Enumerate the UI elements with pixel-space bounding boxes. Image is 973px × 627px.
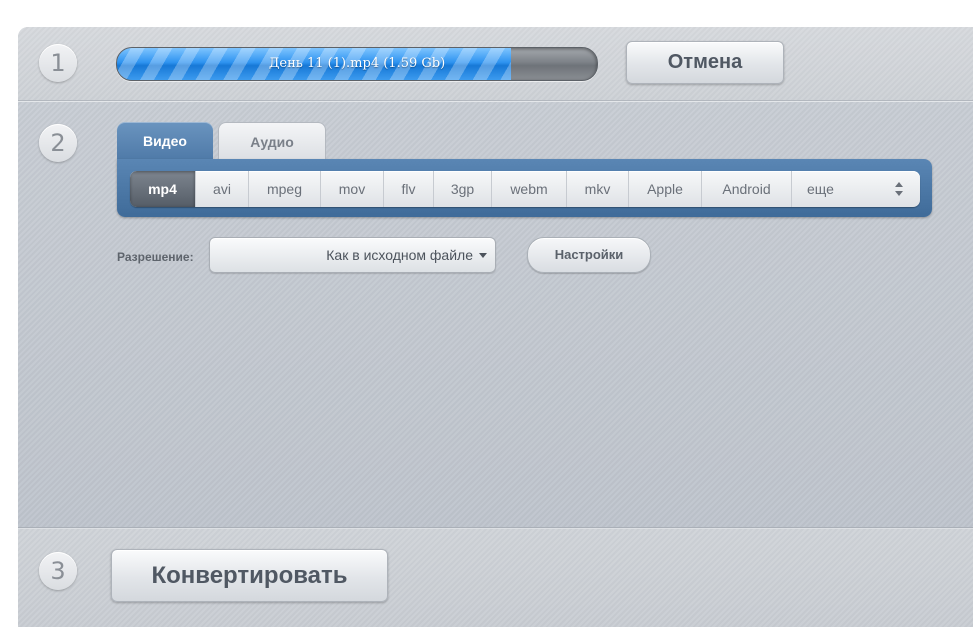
progress-filename: День 11 (1).mp4 (1.59 Gb) [268,56,446,71]
format-3gp[interactable]: 3gp [434,171,492,207]
format-flv[interactable]: flv [384,171,434,207]
step-number-3: 3 [39,552,77,590]
format-mov[interactable]: mov [321,171,384,207]
caret-down-icon [479,253,487,258]
cancel-button[interactable]: Отмена [626,41,784,84]
up-down-arrows-icon [894,180,904,198]
format-mpeg[interactable]: mpeg [249,171,321,207]
resolution-value: Как в исходном файле [326,247,473,263]
tab-video[interactable]: Видео [117,122,213,160]
format-more-label: еще [807,181,834,197]
format-webm[interactable]: webm [492,171,567,207]
converter-panel: 1 2 3 День 11 (1).mp4 (1.59 Gb) Отмена В… [18,27,973,627]
tab-audio[interactable]: Аудио [218,122,326,159]
upload-progress-bar: День 11 (1).mp4 (1.59 Gb) [116,47,598,81]
format-avi[interactable]: avi [196,171,249,207]
format-bar: mp4 avi mpeg mov flv 3gp webm mkv Apple … [117,159,932,217]
resolution-select[interactable]: Как в исходном файле [209,237,496,273]
format-more[interactable]: еще [792,171,920,207]
divider [18,527,973,528]
format-mp4[interactable]: mp4 [130,171,196,207]
settings-button[interactable]: Настройки [527,237,651,273]
step-number-1: 1 [39,44,77,82]
format-android[interactable]: Android [702,171,792,207]
format-list: mp4 avi mpeg mov flv 3gp webm mkv Apple … [130,171,920,207]
format-mkv[interactable]: mkv [567,171,629,207]
step-number-2: 2 [39,124,77,162]
divider [18,101,973,102]
format-apple[interactable]: Apple [629,171,702,207]
convert-button[interactable]: Конвертировать [111,549,388,602]
resolution-label: Разрешение: [117,250,194,264]
